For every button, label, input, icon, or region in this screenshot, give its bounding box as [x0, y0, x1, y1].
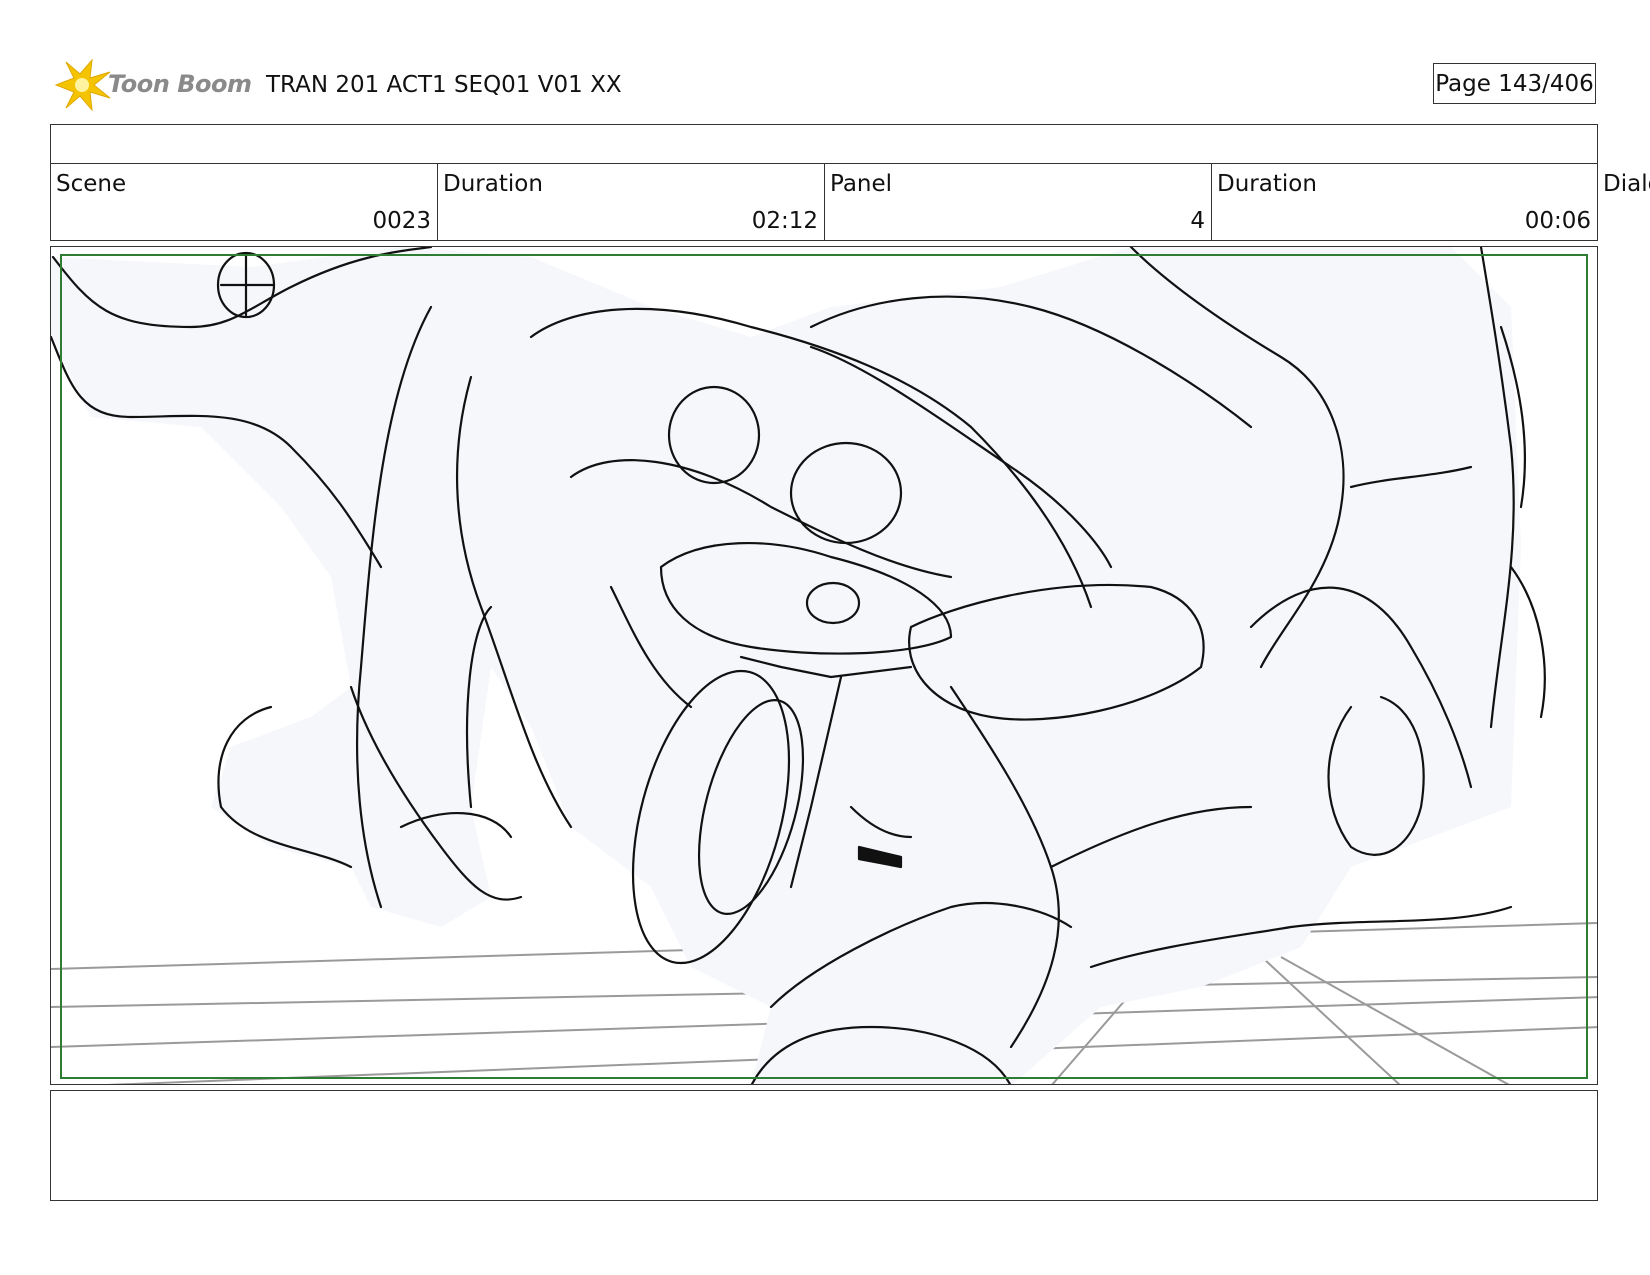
scene-duration-label: Duration: [443, 171, 543, 197]
sequence-strip: [50, 124, 1598, 164]
panel-duration-cell: Duration 00:06: [1211, 163, 1598, 241]
scene-cell: Scene 0023: [50, 163, 438, 241]
panel-duration-value: 00:06: [1524, 208, 1591, 234]
panel-duration-label: Duration: [1217, 171, 1317, 197]
scene-label: Scene: [56, 171, 127, 197]
panel-info-row: Scene 0023 Duration 02:12 Panel 4 Durati…: [50, 163, 1650, 241]
toon-boom-logo: Toon Boom: [52, 58, 252, 112]
document-title: TRAN 201 ACT1 SEQ01 V01 XX: [266, 72, 622, 98]
scene-duration-cell: Duration 02:12: [437, 163, 825, 241]
storyboard-panel: [50, 246, 1598, 1085]
dialog-cell: Dialo: [1598, 163, 1650, 241]
panel-cell: Panel 4: [824, 163, 1212, 241]
logo-text: Toon Boom: [108, 70, 252, 98]
scene-duration-value: 02:12: [751, 208, 818, 234]
panel-value: 4: [1190, 208, 1205, 234]
scene-value: 0023: [372, 208, 431, 234]
page-indicator: Page 143/406: [1433, 63, 1596, 104]
panel-label: Panel: [830, 171, 893, 197]
starburst-icon: [54, 58, 111, 112]
dialog-label: Dialo: [1603, 171, 1650, 197]
notes-box: [50, 1090, 1598, 1201]
panel-sketch: [51, 247, 1597, 1084]
